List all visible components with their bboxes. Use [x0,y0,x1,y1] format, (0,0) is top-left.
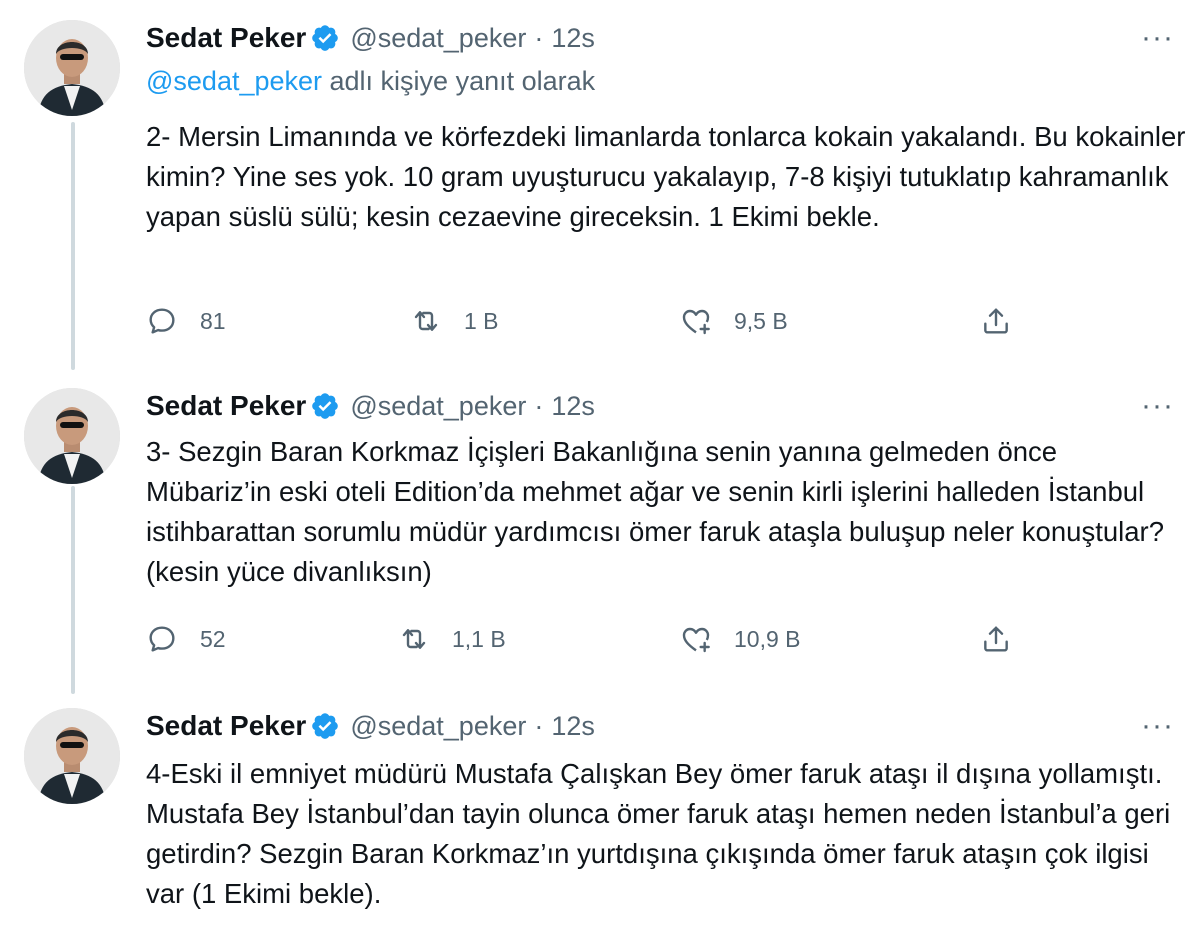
reply-button[interactable]: 81 [146,301,226,341]
timestamp[interactable]: 12s [551,711,595,742]
reply-mention-link[interactable]: @sedat_peker [146,66,322,96]
like-icon [680,623,712,655]
tweet[interactable]: Sedat Peker @sedat_peker · 12s ··· @seda… [0,18,1200,358]
timestamp[interactable]: 12s [551,391,595,422]
retweet-icon [398,623,430,655]
author-name[interactable]: Sedat Peker [146,22,306,54]
separator: · [534,710,544,741]
tweet-text: 2- Mersin Limanında ve körfezdeki limanl… [146,121,1186,232]
retweet-icon [410,305,442,337]
avatar[interactable] [24,708,120,804]
separator: · [534,390,544,421]
avatar[interactable] [24,388,120,484]
tweet-text: 4-Eski il emniyet müdürü Mustafa Çalışka… [146,758,1171,909]
like-count: 10,9 B [734,625,801,652]
reply-icon [146,623,178,655]
share-icon [980,305,1012,337]
action-bar: 52 1,1 B 10,9 B [146,619,1046,659]
verified-badge-icon [310,391,340,421]
timestamp[interactable]: 12s [551,23,595,54]
separator: · [534,22,544,53]
author-handle[interactable]: @sedat_peker [350,23,526,54]
reply-count: 81 [200,307,226,334]
like-button[interactable]: 9,5 B [680,301,788,341]
retweet-button[interactable]: 1,1 B [398,619,506,659]
retweet-count: 1,1 B [452,625,506,652]
author-handle[interactable]: @sedat_peker [350,711,526,742]
tweet-header: Sedat Peker @sedat_peker · 12s [146,706,595,746]
like-icon [680,305,712,337]
tweet-header: Sedat Peker @sedat_peker · 12s [146,18,595,58]
share-button[interactable] [980,301,1034,341]
verified-badge-icon [310,23,340,53]
author-name[interactable]: Sedat Peker [146,710,306,742]
reply-count: 52 [200,625,226,652]
author-handle[interactable]: @sedat_peker [350,391,526,422]
more-options-icon[interactable]: ··· [1141,18,1174,58]
like-count: 9,5 B [734,307,788,334]
action-bar: 81 1 B 9,5 B [146,301,1046,341]
reply-context-label: adlı kişiye yanıt olarak [322,66,596,96]
reply-context: @sedat_peker adlı kişiye yanıt olarak [146,66,595,97]
tweet[interactable]: Sedat Peker @sedat_peker · 12s ··· 3- Se… [0,386,1200,686]
tweet-text: 3- Sezgin Baran Korkmaz İçişleri Bakanlı… [146,436,1164,587]
tweet[interactable]: Sedat Peker @sedat_peker · 12s ··· 4-Esk… [0,706,1200,928]
retweet-count: 1 B [464,307,499,334]
tweet-header: Sedat Peker @sedat_peker · 12s [146,386,595,426]
like-button[interactable]: 10,9 B [680,619,801,659]
author-name[interactable]: Sedat Peker [146,390,306,422]
retweet-button[interactable]: 1 B [410,301,499,341]
share-icon [980,623,1012,655]
reply-icon [146,305,178,337]
reply-button[interactable]: 52 [146,619,226,659]
share-button[interactable] [980,619,1034,659]
more-options-icon[interactable]: ··· [1141,706,1174,746]
more-options-icon[interactable]: ··· [1141,386,1174,426]
avatar[interactable] [24,20,120,116]
verified-badge-icon [310,711,340,741]
